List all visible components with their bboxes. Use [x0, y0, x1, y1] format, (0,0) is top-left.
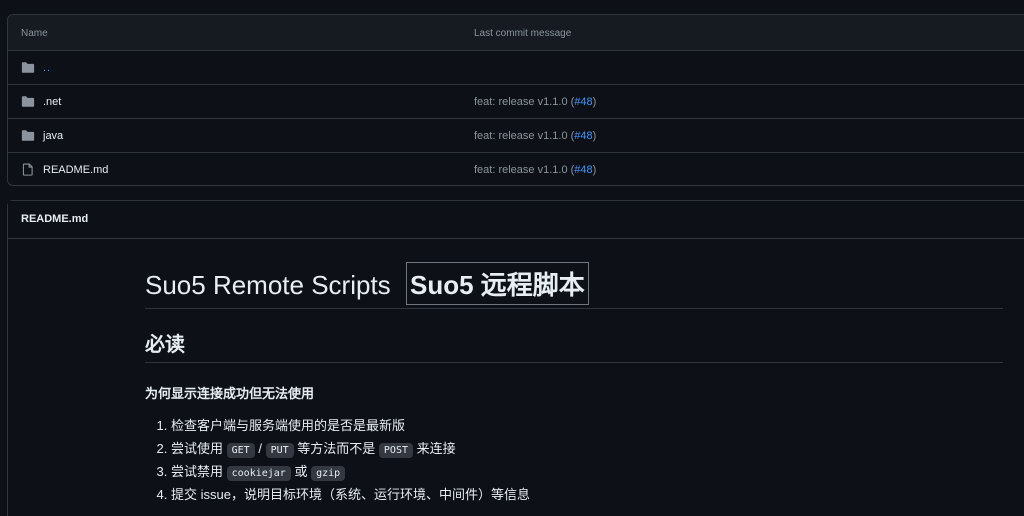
commit-close: ): [592, 130, 597, 142]
readme-header-title[interactable]: README.md: [21, 213, 88, 225]
file-row[interactable]: README.md feat: release v1.1.0 (#48): [8, 153, 1024, 185]
readme-panel: README.md Suo5 Remote Scripts Suo5 远程脚本 …: [7, 200, 1024, 516]
title-plain: Suo5 Remote Scripts: [145, 270, 391, 300]
readme-title: Suo5 Remote Scripts Suo5 远程脚本: [145, 261, 1003, 309]
list-item: 提交 issue，说明目标环境（系统、运行环境、中间件）等信息: [171, 483, 1003, 506]
list-item-text: 提交 issue，说明目标环境（系统、运行环境、中间件）等信息: [171, 487, 530, 502]
commit-message[interactable]: feat: release v1.1.0 (#48): [474, 130, 596, 142]
list-item-text: 或: [294, 464, 308, 479]
commit-close: ): [592, 96, 597, 108]
readme-header: README.md: [8, 201, 1024, 239]
commit-close: ): [592, 164, 597, 176]
section-heading: 必读: [145, 325, 1003, 363]
list-item-text: 尝试禁用: [171, 464, 224, 479]
title-highlighted: Suo5 远程脚本: [406, 262, 589, 305]
list-item: 检查客户端与服务端使用的是否是最新版: [171, 414, 1003, 437]
column-header-commit: Last commit message: [474, 28, 572, 39]
code-gzip: gzip: [311, 466, 346, 481]
pr-link[interactable]: #48: [574, 130, 592, 142]
page: Name Last commit message .. .net feat: r…: [0, 0, 1024, 516]
list-item-text: 检查客户端与服务端使用的是否是最新版: [171, 418, 406, 433]
folder-icon: [21, 96, 35, 107]
readme-content: Suo5 Remote Scripts Suo5 远程脚本 必读 为何显示连接成…: [145, 261, 1003, 506]
column-header-name: Name: [21, 28, 48, 39]
file-name-link[interactable]: java: [43, 130, 63, 142]
commit-message[interactable]: feat: release v1.1.0 (#48): [474, 96, 596, 108]
file-name-link[interactable]: .net: [43, 96, 61, 108]
folder-icon: [21, 130, 35, 141]
file-icon: [22, 163, 33, 176]
instruction-list: 检查客户端与服务端使用的是否是最新版 尝试使用 GET / PUT 等方法而不是…: [145, 414, 1003, 506]
list-item: 尝试禁用 cookiejar 或 gzip: [171, 460, 1003, 483]
subsection-heading: 为何显示连接成功但无法使用: [145, 386, 315, 401]
file-name-link[interactable]: README.md: [43, 164, 108, 176]
pr-link[interactable]: #48: [574, 164, 592, 176]
code-put: PUT: [265, 443, 294, 458]
file-table: Name Last commit message .. .net feat: r…: [7, 14, 1024, 186]
list-item-text: 等方法而不是: [297, 441, 376, 456]
parent-directory-link[interactable]: ..: [43, 62, 51, 74]
code-post: POST: [378, 443, 413, 458]
code-cookiejar: cookiejar: [226, 466, 291, 481]
commit-text[interactable]: feat: release v1.1.0 (: [474, 130, 574, 142]
file-row-parent[interactable]: ..: [8, 51, 1024, 85]
commit-message[interactable]: feat: release v1.1.0 (#48): [474, 164, 596, 176]
pr-link[interactable]: #48: [574, 96, 592, 108]
commit-text[interactable]: feat: release v1.1.0 (: [474, 96, 574, 108]
folder-icon: [21, 62, 35, 73]
file-row[interactable]: .net feat: release v1.1.0 (#48): [8, 85, 1024, 119]
file-table-header: Name Last commit message: [8, 15, 1024, 51]
list-item-text: 尝试使用: [171, 441, 224, 456]
code-get: GET: [226, 443, 255, 458]
file-row[interactable]: java feat: release v1.1.0 (#48): [8, 119, 1024, 153]
list-item-text: 来连接: [416, 441, 456, 456]
commit-text[interactable]: feat: release v1.1.0 (: [474, 164, 574, 176]
slash: /: [258, 441, 262, 456]
list-item: 尝试使用 GET / PUT 等方法而不是 POST 来连接: [171, 437, 1003, 460]
